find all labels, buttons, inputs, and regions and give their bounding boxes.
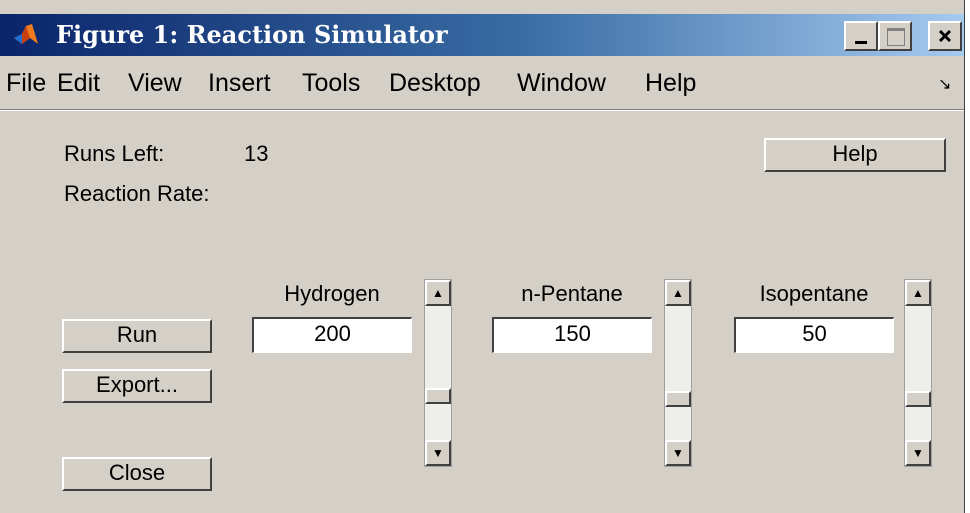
run-button[interactable]: Run bbox=[62, 319, 212, 353]
help-button[interactable]: Help bbox=[764, 138, 946, 172]
dock-arrow-icon[interactable]: ↘ bbox=[938, 74, 951, 94]
close-button[interactable]: Close bbox=[62, 457, 212, 491]
runs-left-label: Runs Left: bbox=[64, 141, 165, 166]
n-pentane-label: n-Pentane bbox=[521, 281, 623, 306]
menu-file[interactable]: File bbox=[6, 68, 46, 98]
maximize-icon bbox=[887, 28, 905, 46]
menu-insert[interactable]: Insert bbox=[208, 68, 271, 98]
arrow-up-icon: ▲ bbox=[912, 286, 924, 300]
figure-window: Figure 1: Reaction Simulator File Edit V… bbox=[0, 0, 965, 513]
slider-up-button[interactable]: ▲ bbox=[905, 280, 931, 306]
maximize-button[interactable] bbox=[878, 21, 912, 51]
hydrogen-label: Hydrogen bbox=[284, 281, 380, 306]
close-window-button[interactable] bbox=[928, 21, 962, 51]
n-pentane-slider[interactable]: ▲ ▼ bbox=[664, 279, 692, 467]
arrow-down-icon: ▼ bbox=[912, 446, 924, 460]
export-button[interactable]: Export... bbox=[62, 369, 212, 403]
minimize-icon bbox=[855, 41, 867, 44]
n-pentane-input[interactable]: 150 bbox=[492, 317, 652, 353]
close-icon bbox=[938, 29, 952, 43]
menu-help[interactable]: Help bbox=[645, 68, 696, 98]
arrow-up-icon: ▲ bbox=[672, 286, 684, 300]
slider-down-button[interactable]: ▼ bbox=[425, 440, 451, 466]
isopentane-input[interactable]: 50 bbox=[734, 317, 894, 353]
slider-up-button[interactable]: ▲ bbox=[425, 280, 451, 306]
hydrogen-slider[interactable]: ▲ ▼ bbox=[424, 279, 452, 467]
runs-left-value: 13 bbox=[244, 141, 269, 166]
menu-bar: File Edit View Insert Tools Desktop Wind… bbox=[0, 56, 964, 108]
arrow-up-icon: ▲ bbox=[432, 286, 444, 300]
menu-window[interactable]: Window bbox=[517, 68, 606, 98]
arrow-down-icon: ▼ bbox=[672, 446, 684, 460]
slider-thumb[interactable] bbox=[905, 391, 931, 408]
minimize-button[interactable] bbox=[844, 21, 878, 51]
slider-up-button[interactable]: ▲ bbox=[665, 280, 691, 306]
isopentane-label: Isopentane bbox=[759, 281, 869, 306]
slider-down-button[interactable]: ▼ bbox=[665, 440, 691, 466]
menu-view[interactable]: View bbox=[128, 68, 182, 98]
menu-edit[interactable]: Edit bbox=[57, 68, 100, 98]
isopentane-slider[interactable]: ▲ ▼ bbox=[904, 279, 932, 467]
menu-tools[interactable]: Tools bbox=[302, 68, 360, 98]
window-title: Figure 1: Reaction Simulator bbox=[56, 20, 448, 49]
menu-desktop[interactable]: Desktop bbox=[389, 68, 481, 98]
arrow-down-icon: ▼ bbox=[432, 446, 444, 460]
hydrogen-input[interactable]: 200 bbox=[252, 317, 412, 353]
slider-down-button[interactable]: ▼ bbox=[905, 440, 931, 466]
title-bar[interactable]: Figure 1: Reaction Simulator bbox=[0, 14, 964, 56]
slider-thumb[interactable] bbox=[665, 391, 691, 408]
slider-thumb[interactable] bbox=[425, 387, 451, 404]
reaction-rate-label: Reaction Rate: bbox=[64, 181, 210, 206]
menu-separator bbox=[0, 109, 964, 111]
matlab-logo-icon bbox=[14, 24, 38, 44]
